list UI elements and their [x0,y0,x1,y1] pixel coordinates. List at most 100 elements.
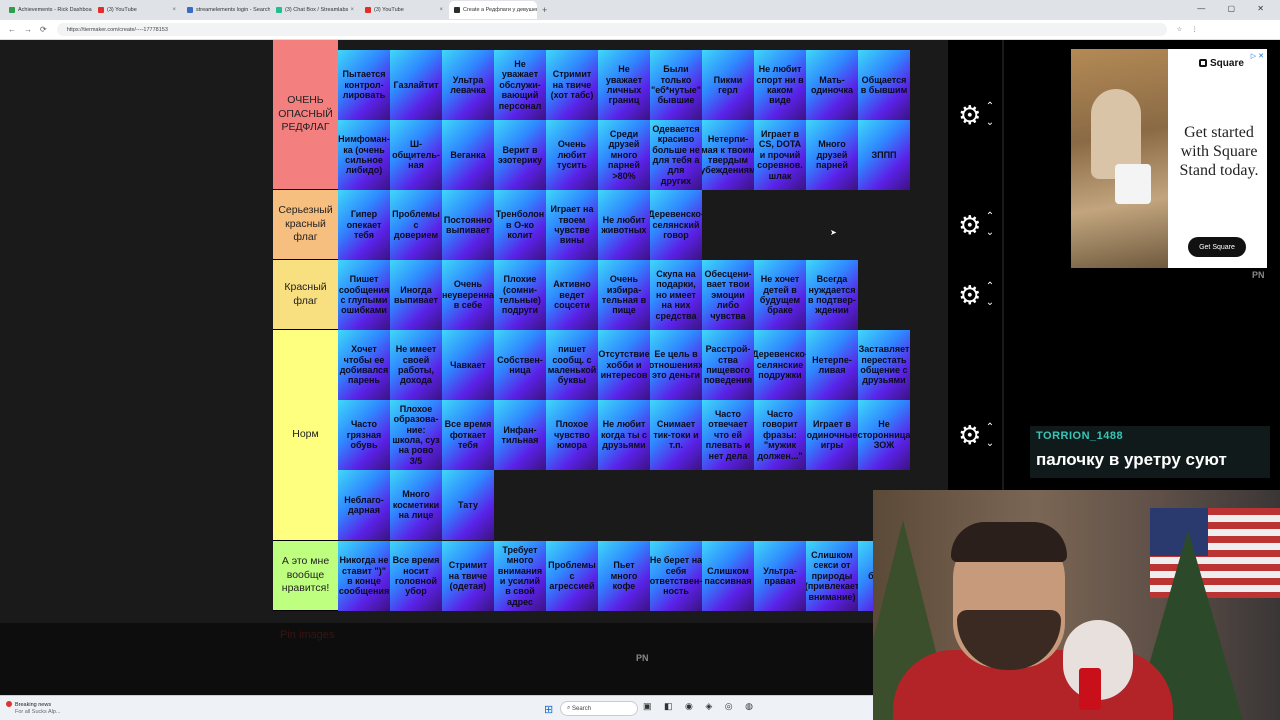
close-tab-icon[interactable]: × [350,7,354,13]
reload-icon[interactable]: ⟳ [40,25,47,34]
tier-item-card[interactable]: Не любит когда ты с друзьями [598,400,650,470]
tier-item-card[interactable]: Играет в одиночные игры [806,400,858,470]
browser-tab[interactable]: (3) YouTube × [93,1,181,19]
tier-label[interactable]: ОЧЕНЬ ОПАСНЫЙ РЕДФЛАГ [273,40,338,189]
move-down-icon[interactable]: ⌄ [986,225,994,241]
tier-item-card[interactable]: Снимает тик-токи и т.п. [650,400,702,470]
tier-item-card[interactable]: Газлайтит [390,50,442,120]
tier-item-card[interactable]: Верит в эзотерику [494,120,546,190]
tier-item-card[interactable]: Постоянно выпивает [442,190,494,260]
move-up-icon[interactable]: ⌃ [986,279,994,295]
tier-item-card[interactable]: Тренболон в О-ко колит [494,190,546,260]
window-controls[interactable]: — ▢ ✕ [1197,4,1274,13]
tier-item-card[interactable]: Часто говорит фразы: "мужик должен..." [754,400,806,470]
tier-item-card[interactable]: Очень неуверенна в себе [442,260,494,330]
tier-item-card[interactable]: Мать-одиночка [806,50,858,120]
adchoices-icon[interactable]: ▷ ✕ [1251,52,1264,60]
tier-item-card[interactable]: Играет в CS, DOTA и прочий соревнов. шла… [754,120,806,190]
tier-item-card[interactable]: Расстрой-ства пищевого поведения [702,330,754,400]
tier-item-card[interactable]: Не уважает обслужи-вающий персонал [494,50,546,120]
tier-item-card[interactable]: Пишет сообщения с глупыми ошибками [338,260,390,330]
tier-item-card[interactable]: Плохое чувство юмора [546,400,598,470]
ad-cta-button[interactable]: Get Square [1188,237,1246,257]
tier-item-card[interactable]: Общается в бывшим [858,50,910,120]
tier-item-card[interactable]: Всегда нуждается в подтвер-ждении [806,260,858,330]
extension-icons[interactable]: ☆ ⋮ [1177,26,1202,33]
tier-item-card[interactable]: Активно ведет соцсети [546,260,598,330]
tier-item-card[interactable]: Хочет чтобы ее добивался парень [338,330,390,400]
tier-item-card[interactable]: Пытается контрол-лировать [338,50,390,120]
tier-item-card[interactable]: Играет на твоем чувстве вины [546,190,598,260]
tier-item-card[interactable]: Пьет много кофе [598,541,650,611]
tier-item-card[interactable]: Часто отвечает что ей плевать и нет дела [702,400,754,470]
tier-item-card[interactable]: Ш-общитель-ная [390,120,442,190]
tier-item-card[interactable]: Плохое образова-ние: школа, суз на рово … [390,400,442,470]
tier-item-card[interactable]: Нетерпе-ливая [806,330,858,400]
tier-item-card[interactable]: Все время фоткает тебя [442,400,494,470]
tier-item-card[interactable]: Слишком секси от природы (привлекает вни… [806,541,858,611]
tier-label[interactable]: Норм [273,330,338,540]
close-tab-icon[interactable]: × [439,7,443,13]
close-tab-icon[interactable]: × [172,7,176,13]
tier-item-card[interactable]: Иногда выпивает [390,260,442,330]
tier-item-card[interactable]: Обесцени-вает твои эмоции либо чувства [702,260,754,330]
tier-item-card[interactable]: Отсутствие хобби и интересов [598,330,650,400]
tier-item-card[interactable]: Много косметики на лице [390,470,442,540]
move-up-icon[interactable]: ⌃ [986,99,994,115]
tier-item-card[interactable]: Чавкает [442,330,494,400]
pin-images-label[interactable]: Pin images [280,629,334,641]
gear-icon[interactable]: ⚙ [956,420,984,451]
tier-item-card[interactable]: Все время носит головной убор [390,541,442,611]
move-down-icon[interactable]: ⌄ [986,295,994,311]
tier-item-card[interactable]: Инфан-тильная [494,400,546,470]
tier-label[interactable]: А это мне вообще нравится! [273,541,338,610]
tier-item-card[interactable]: Тату [442,470,494,540]
tier-item-card[interactable]: Никогда не ставит ")" в конце сообщения [338,541,390,611]
tier-item-card[interactable]: пишет сообщ. с маленькой буквы [546,330,598,400]
pinned-app-icons[interactable]: ▣ ◧ ◉ ◈ ◎ ◍ [643,701,758,712]
tier-item-card[interactable]: Ультра-правая [754,541,806,611]
tier-item-card[interactable]: Одевается красиво больше не для тебя а д… [650,120,702,190]
browser-tab[interactable]: (3) Chat Box / Streamlabs × [271,1,359,19]
windows-start-icon[interactable]: ⊞ [544,703,553,716]
tier-item-card[interactable]: Пикми герл [702,50,754,120]
browser-tab[interactable]: Achievements - Rick Dashboard× [4,1,92,19]
tier-item-card[interactable]: Проблемы с агрессией [546,541,598,611]
tier-item-card[interactable]: Не хочет детей в будущем браке [754,260,806,330]
tier-item-card[interactable]: Много друзей парней [806,120,858,190]
tier-item-card[interactable]: Были только "еб*нутые" бывшие [650,50,702,120]
tier-label[interactable]: Красный флаг [273,260,338,329]
tier-item-card[interactable]: Не любит животных [598,190,650,260]
tier-item-card[interactable]: Нетерпи-мая к твоим твердым убеждениям [702,120,754,190]
tier-item-card[interactable]: Очень избира-тельная в пище [598,260,650,330]
back-icon[interactable]: ← [8,25,16,34]
browser-tab[interactable]: Create a Редфлаги у девушек Ti...× [449,1,537,19]
tier-item-card[interactable]: Требует много внимания и усилий в свой а… [494,541,546,611]
gear-icon[interactable]: ⚙ [956,100,984,131]
tier-item-card[interactable]: Часто грязная обувь [338,400,390,470]
tier-item-card[interactable]: Плохие (сомни-тельные) подруги [494,260,546,330]
tier-item-card[interactable]: Не берет на себя ответствен-ность [650,541,702,611]
tier-item-card[interactable]: ЗППП [858,120,910,190]
new-tab-button[interactable]: + [542,5,547,15]
tier-item-card[interactable]: Среди друзей много парней >80% [598,120,650,190]
tier-item-card[interactable]: Не любит спорт ни в каком виде [754,50,806,120]
browser-tab[interactable]: streamelements login - Search× [182,1,270,19]
gear-icon[interactable]: ⚙ [956,210,984,241]
tier-item-card[interactable]: Стримит на твиче (одетая) [442,541,494,611]
tier-item-card[interactable]: Ультра левачка [442,50,494,120]
tier-item-card[interactable]: Не имеет своей работы, дохода [390,330,442,400]
tier-item-card[interactable]: Ее цель в отношениях это деньги [650,330,702,400]
tier-item-card[interactable]: Проблемы с доверием [390,190,442,260]
tier-item-card[interactable]: Заставляет перестать общение с друзьями [858,330,910,400]
tier-item-card[interactable]: Слишком пассивная [702,541,754,611]
taskbar-search[interactable]: ⌕ Search [560,701,638,716]
square-ad[interactable]: Square Get started with Square Stand tod… [1071,49,1267,268]
tier-item-card[interactable]: Деревенско-селянский говор [650,190,702,260]
tier-item-card[interactable]: Деревенско-селянские подружки [754,330,806,400]
tier-item-card[interactable]: Не сторонница ЗОЖ [858,400,910,470]
move-down-icon[interactable]: ⌄ [986,115,994,131]
tier-item-card[interactable]: Гипер опекает тебя [338,190,390,260]
move-up-icon[interactable]: ⌃ [986,420,994,436]
tier-item-card[interactable]: Стримит на твиче (хот табс) [546,50,598,120]
